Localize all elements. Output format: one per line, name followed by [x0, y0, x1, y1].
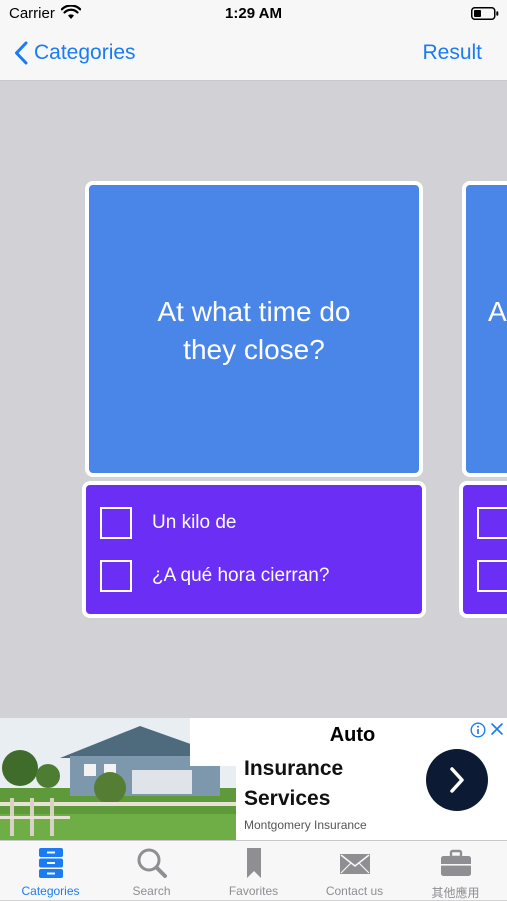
answer-card [459, 481, 507, 618]
ad-headline: Insurance Services [244, 754, 343, 814]
ad-headline-line: Insurance [244, 757, 344, 780]
ad-banner[interactable]: Auto Insurance Services Montgomery Insur… [0, 718, 507, 840]
tab-bar: Categories Search Favorites Contact us 其… [0, 840, 507, 900]
ad-close-icon[interactable] [490, 722, 504, 736]
tab-label: Contact us [325, 884, 384, 898]
ad-open-button[interactable] [426, 749, 488, 811]
tab-favorites[interactable]: Favorites [203, 841, 304, 901]
briefcase-icon [440, 849, 471, 876]
chevron-right-icon [450, 767, 464, 793]
answer-option[interactable] [477, 505, 507, 541]
tab-categories[interactable]: Categories [0, 841, 101, 901]
tab-label: 其他應用 [431, 886, 480, 900]
bookmark-icon [246, 848, 261, 878]
answer-option[interactable] [477, 558, 507, 594]
question-line: A [488, 296, 507, 327]
tab-label: Favorites [228, 884, 279, 898]
tab-search[interactable]: Search [101, 841, 202, 901]
tab-contact-us[interactable]: Contact us [304, 841, 405, 901]
ad-headline-top: Auto [329, 724, 376, 746]
drawers-icon [38, 848, 63, 878]
tab-label: Categories [21, 884, 80, 898]
question-text: A [488, 293, 507, 331]
ad-info-icon[interactable] [470, 722, 486, 738]
checkbox[interactable] [477, 507, 507, 539]
tab-label: Search [132, 884, 171, 898]
checkbox[interactable] [477, 560, 507, 592]
flashcard-next: A [0, 0, 507, 700]
tab-other-apps[interactable]: 其他應用 [405, 841, 506, 901]
envelope-icon [339, 854, 370, 874]
question-card: A [462, 181, 507, 477]
ad-headline-line: Services [244, 787, 331, 810]
magnifier-icon [137, 848, 167, 878]
ad-advertiser: Montgomery Insurance [244, 818, 367, 832]
